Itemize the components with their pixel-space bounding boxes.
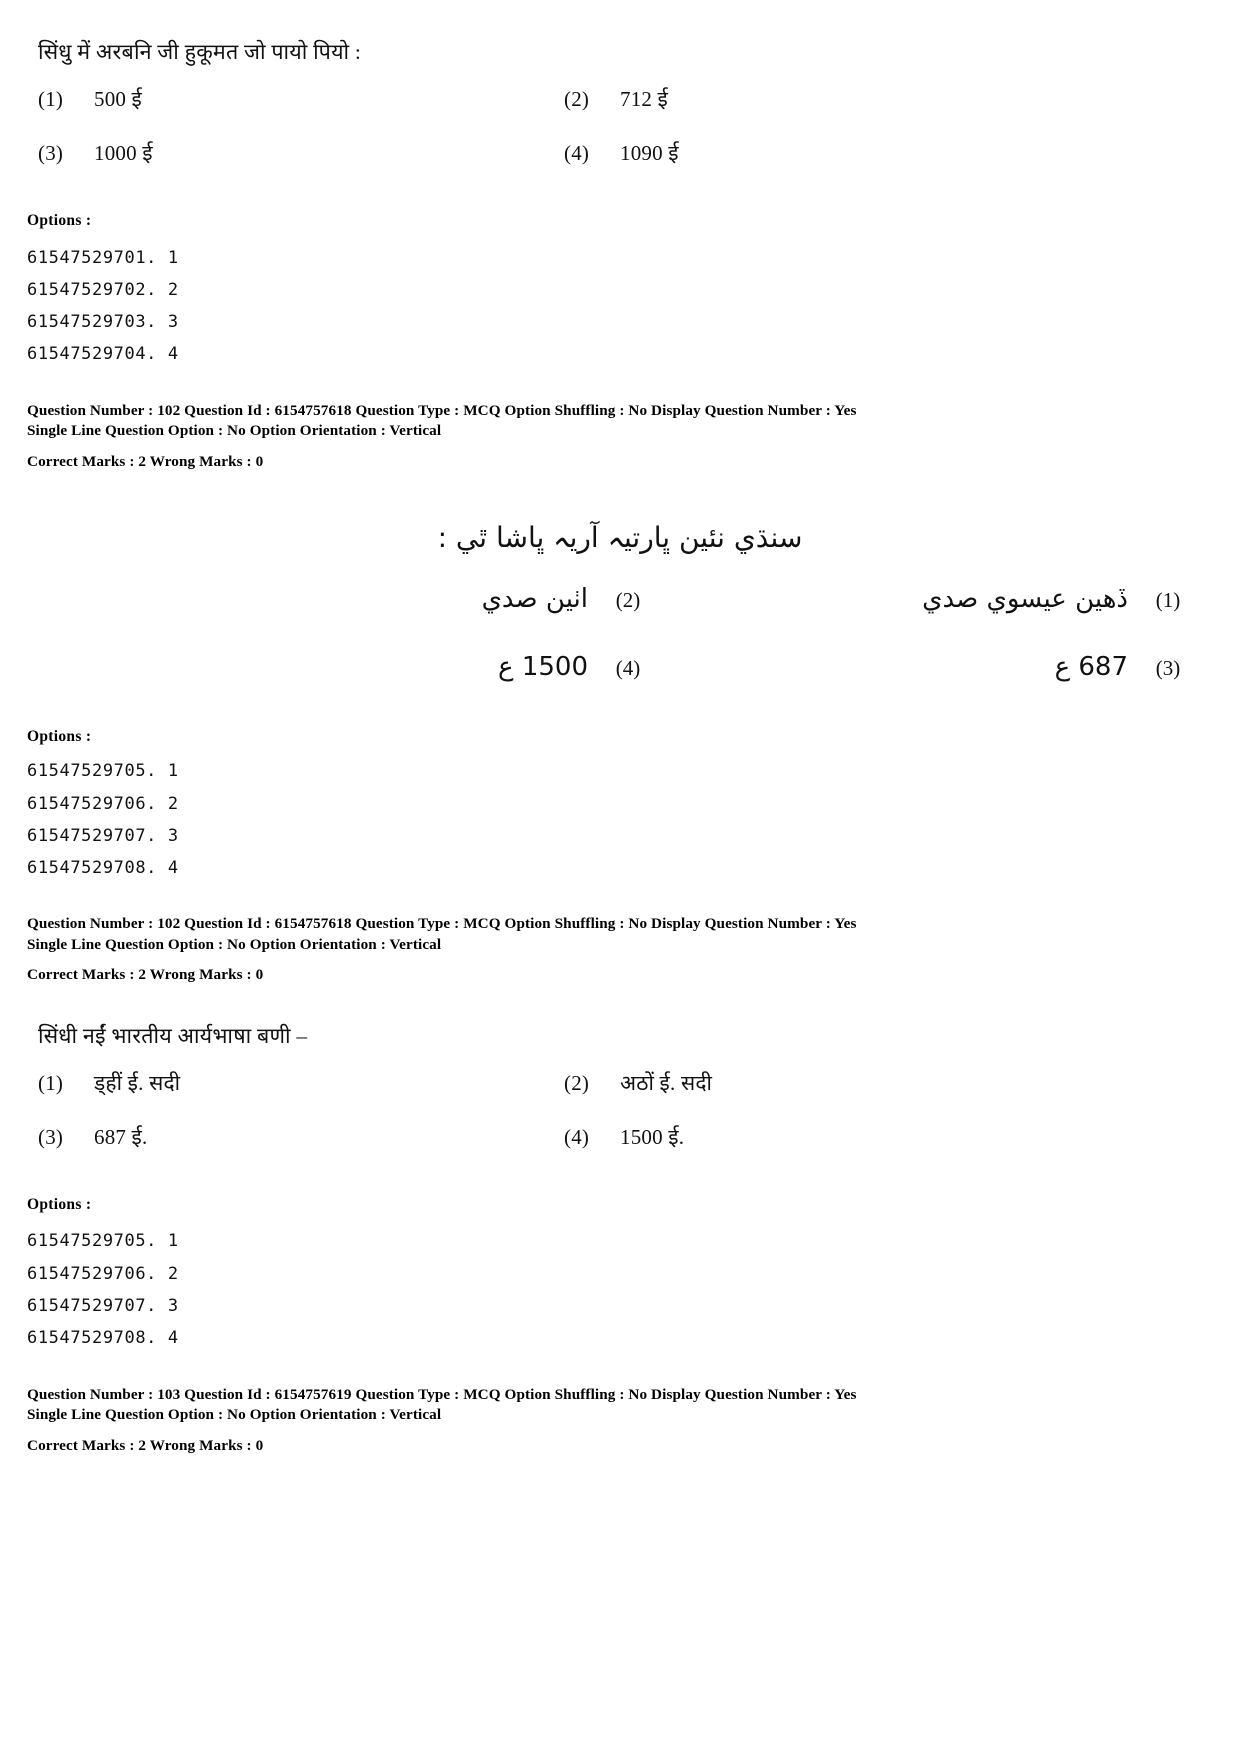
option-id: 61547529705. 1 [27,761,179,782]
option-number: (2) [564,1071,590,1096]
metadata-line-2: Single Line Question Option : No Option … [27,1406,442,1424]
option-id: 61547529705. 1 [27,1231,179,1252]
option-number: (2) [564,87,590,112]
answer-options: (1) 500 ई (2) 712 ई (3) 1000 ई (4) 1090 … [38,84,1240,169]
options-label: Options : [27,1196,92,1214]
metadata-marks: Correct Marks : 2 Wrong Marks : 0 [27,452,264,470]
option-text[interactable]: 1500 ई. [620,1122,1240,1154]
option-id: 61547529707. 3 [27,1296,179,1317]
metadata-marks: Correct Marks : 2 Wrong Marks : 0 [27,1436,264,1454]
option-id: 61547529701. 1 [27,247,179,268]
metadata-line-2: Single Line Question Option : No Option … [27,935,442,953]
question-stem: सिंधी नईं भारतीय आर्यभाषा बणी – [38,1023,308,1048]
option-text[interactable]: 1090 ई [620,138,1240,170]
option-text[interactable]: 1000 ई [94,138,564,170]
option-number: (4) [564,1124,590,1149]
option-id: 61547529703. 3 [27,312,179,333]
question-metadata-2: Question Number : 102 Question Id : 6154… [27,914,1240,986]
option-text[interactable]: 500 ई [94,84,564,116]
option-number: (1) [38,87,64,112]
option-text[interactable]: 687 ع [658,647,1138,689]
metadata-line-1: Question Number : 103 Question Id : 6154… [27,1385,857,1403]
option-number: (4) [615,655,641,680]
option-text[interactable]: اٺين صدي [0,579,598,621]
metadata-line-1: Question Number : 102 Question Id : 6154… [27,915,857,933]
option-id: 61547529702. 2 [27,279,179,300]
option-id-list-2: Options : 61547529705. 1 61547529706. 2 … [27,728,1240,884]
option-number: (1) [1155,588,1181,613]
option-id: 61547529706. 2 [27,793,179,814]
option-text[interactable]: 687 ई. [94,1122,564,1154]
option-number: (3) [38,140,64,165]
answer-options: (1) ڏهين عيسوي صدي (2) اٺين صدي (3) 687 … [0,579,1240,688]
option-id: 61547529706. 2 [27,1263,179,1284]
options-label: Options : [27,728,92,746]
option-id: 61547529707. 3 [27,825,179,846]
question-block-3: सिंधी नईं भारतीय आर्यभाषा बणी – (1) ड्ही… [0,1020,1240,1456]
question-stem: سنڌي نئين ڀارتيہ آريہ ڀاشا ٿي : [437,521,803,555]
option-text[interactable]: 712 ई [620,84,1240,116]
option-text[interactable]: अठों ई. सदी [620,1068,1240,1100]
question-block-1: सिंधु में अरबनि जी हुकूमत जो पायो पियो :… [0,36,1240,472]
option-number: (1) [38,1071,64,1096]
option-text[interactable]: ड्हीं ई. सदी [94,1068,564,1100]
question-stem: सिंधु में अरबनि जी हुकूमत जो पायो पियो : [38,40,362,64]
option-id: 61547529708. 4 [27,1328,179,1349]
options-label: Options : [27,212,92,230]
question-metadata: Question Number : 102 Question Id : 6154… [27,401,1240,473]
option-id: 61547529708. 4 [27,858,179,879]
option-id-list-3: Options : 61547529705. 1 61547529706. 2 … [27,1193,1240,1354]
option-number: (2) [615,588,641,613]
document-page: सिंधु में अरबनि जी हुकूमत जो पायो पियो :… [0,0,1240,1754]
metadata-line-1: Question Number : 102 Question Id : 6154… [27,401,857,419]
question-metadata-3: Question Number : 103 Question Id : 6154… [27,1385,1240,1457]
option-number: (3) [38,1124,64,1149]
option-id: 61547529704. 4 [27,344,179,365]
option-id-list: Options : 61547529701. 1 61547529702. 2 … [27,209,1240,370]
question-block-2: سنڌي نئين ڀارتيہ آريہ ڀاشا ٿي : (1) ڏهين… [0,516,1240,688]
option-number: (3) [1155,655,1181,680]
option-text[interactable]: 1500 ع [0,647,598,689]
option-number: (4) [564,140,590,165]
option-text[interactable]: ڏهين عيسوي صدي [658,579,1138,621]
metadata-line-2: Single Line Question Option : No Option … [27,422,442,440]
metadata-marks: Correct Marks : 2 Wrong Marks : 0 [27,966,264,984]
answer-options: (1) ड्हीं ई. सदी (2) अठों ई. सदी (3) 687… [38,1068,1240,1153]
